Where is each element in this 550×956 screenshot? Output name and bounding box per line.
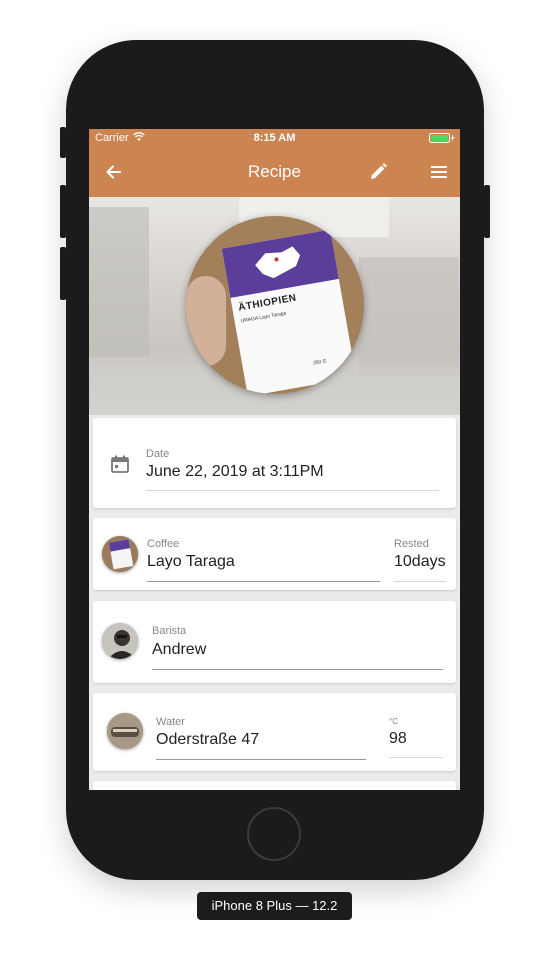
app-bar: Recipe: [89, 147, 460, 197]
water-value[interactable]: Oderstraße 47: [156, 731, 259, 749]
date-value[interactable]: June 22, 2019 at 3:11PM: [146, 463, 324, 481]
calendar-icon: [111, 455, 129, 473]
menu-icon: [431, 166, 447, 178]
water-avatar: [107, 713, 143, 749]
bag-brand: ÄTHIOPIEN: [237, 292, 298, 314]
volume-up-button: [60, 185, 66, 238]
barista-avatar: [102, 623, 138, 659]
coffee-label: Coffee: [147, 538, 180, 550]
status-bar: Carrier 8:15 AM: [89, 129, 460, 147]
rested-underline: [394, 581, 446, 582]
bag-details: URAGA Layo Taraga: [240, 310, 287, 325]
coffee-bag-photo: ÄTHIOPIEN URAGA Layo Taraga 250 G: [186, 216, 364, 394]
coffee-value[interactable]: Layo Taraga: [147, 553, 235, 571]
coffee-underline: [147, 581, 380, 582]
coffee-card[interactable]: Coffee Layo Taraga Rested 10days: [93, 518, 456, 590]
coffee-avatar: [102, 536, 138, 572]
kettle-photo-icon: [107, 713, 143, 749]
date-label: Date: [146, 448, 170, 460]
date-card[interactable]: Date June 22, 2019 at 3:11PM: [93, 418, 456, 508]
pencil-icon: [371, 163, 387, 179]
page-title: Recipe: [248, 162, 301, 181]
home-button[interactable]: [247, 807, 301, 861]
barista-label: Barista: [152, 625, 187, 637]
menu-button[interactable]: [425, 158, 453, 186]
hero-background-image: ÄTHIOPIEN URAGA Layo Taraga 250 G: [89, 197, 460, 415]
device-label: iPhone 8 Plus — 12.2: [197, 892, 352, 920]
date-underline: [146, 490, 439, 491]
coffee-bag-label: ÄTHIOPIEN URAGA Layo Taraga 250 G: [221, 229, 357, 394]
coffee-bag-thumbnail-icon: [102, 536, 138, 572]
rested-value[interactable]: 10days: [394, 553, 446, 571]
temperature-unit-label: °C: [389, 717, 398, 726]
edit-button[interactable]: [364, 158, 392, 186]
mute-switch: [60, 127, 66, 158]
barista-value[interactable]: Andrew: [152, 641, 206, 659]
volume-down-button: [60, 247, 66, 300]
person-photo-icon: [102, 623, 138, 659]
power-button: [484, 185, 490, 238]
bag-weight: 250 G: [312, 358, 328, 367]
app-screen: Carrier 8:15 AM Recipe ÄTHIOPIEN URAGA L…: [89, 129, 460, 790]
rested-label: Rested: [394, 538, 429, 550]
water-card[interactable]: Water Oderstraße 47 °C 98: [93, 693, 456, 771]
ethiopia-map-icon: [255, 246, 301, 279]
temperature-underline: [389, 757, 443, 758]
water-underline: [156, 759, 366, 760]
barista-card[interactable]: Barista Andrew: [93, 601, 456, 683]
barista-underline: [152, 669, 443, 670]
battery-icon: [429, 133, 455, 143]
next-card: [93, 781, 456, 790]
clock: 8:15 AM: [253, 132, 296, 144]
temperature-value[interactable]: 98: [389, 730, 407, 748]
water-label: Water: [156, 716, 185, 728]
